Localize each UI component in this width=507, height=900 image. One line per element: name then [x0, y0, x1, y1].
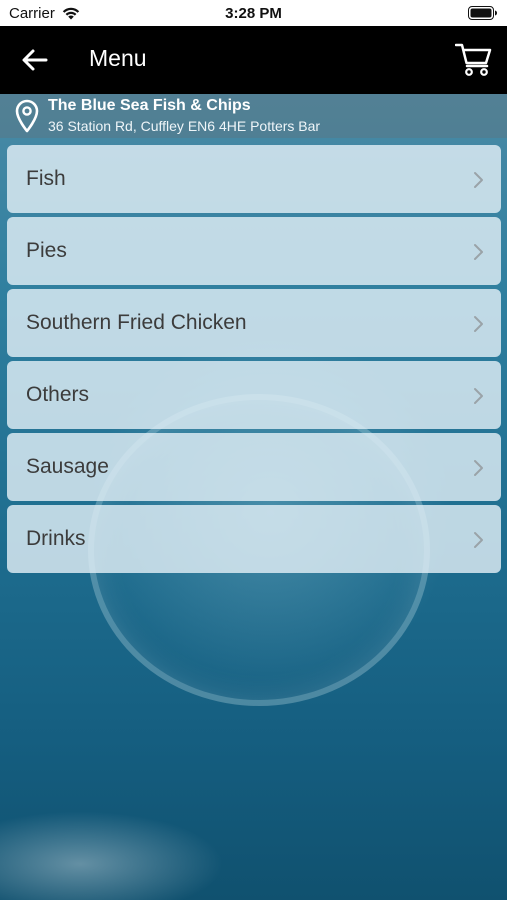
menu-category-label: Southern Fried Chicken — [26, 311, 247, 334]
back-arrow-icon[interactable] — [20, 46, 50, 74]
menu-category-label: Sausage — [26, 455, 109, 478]
chevron-right-icon — [474, 316, 483, 332]
chevron-right-icon — [474, 532, 483, 548]
cart-icon[interactable] — [455, 41, 493, 77]
chevron-right-icon — [474, 460, 483, 476]
menu-category-pies[interactable]: Pies — [7, 217, 501, 285]
menu-category-fish[interactable]: Fish — [7, 145, 501, 213]
location-pin-icon — [15, 99, 39, 133]
menu-category-label: Drinks — [26, 527, 86, 550]
page-title: Menu — [89, 45, 147, 71]
restaurant-name: The Blue Sea Fish & Chips — [48, 97, 251, 114]
menu-category-label: Others — [26, 383, 90, 406]
chevron-right-icon — [474, 172, 483, 188]
battery-icon — [468, 6, 497, 20]
menu-category-others[interactable]: Others — [7, 361, 501, 429]
menu-category-southern-fried-chicken[interactable]: Southern Fried Chicken — [7, 289, 501, 357]
menu-category-drinks[interactable]: Drinks — [7, 505, 501, 573]
menu-category-label: Pies — [26, 239, 67, 262]
restaurant-address: 36 Station Rd, Cuffley EN6 4HE Potters B… — [48, 118, 321, 134]
menu-category-label: Fish — [26, 167, 66, 190]
restaurant-location-header: The Blue Sea Fish & Chips 36 Station Rd,… — [0, 94, 507, 138]
chevron-right-icon — [474, 244, 483, 260]
status-bar: Carrier 3:28 PM — [0, 0, 507, 26]
menu-category-sausage[interactable]: Sausage — [7, 433, 501, 501]
navigation-bar: Menu — [0, 26, 507, 94]
menu-category-list: Fish Pies Southern Fried Chicken Others … — [7, 145, 501, 577]
chevron-right-icon — [474, 388, 483, 404]
status-time: 3:28 PM — [225, 5, 282, 22]
